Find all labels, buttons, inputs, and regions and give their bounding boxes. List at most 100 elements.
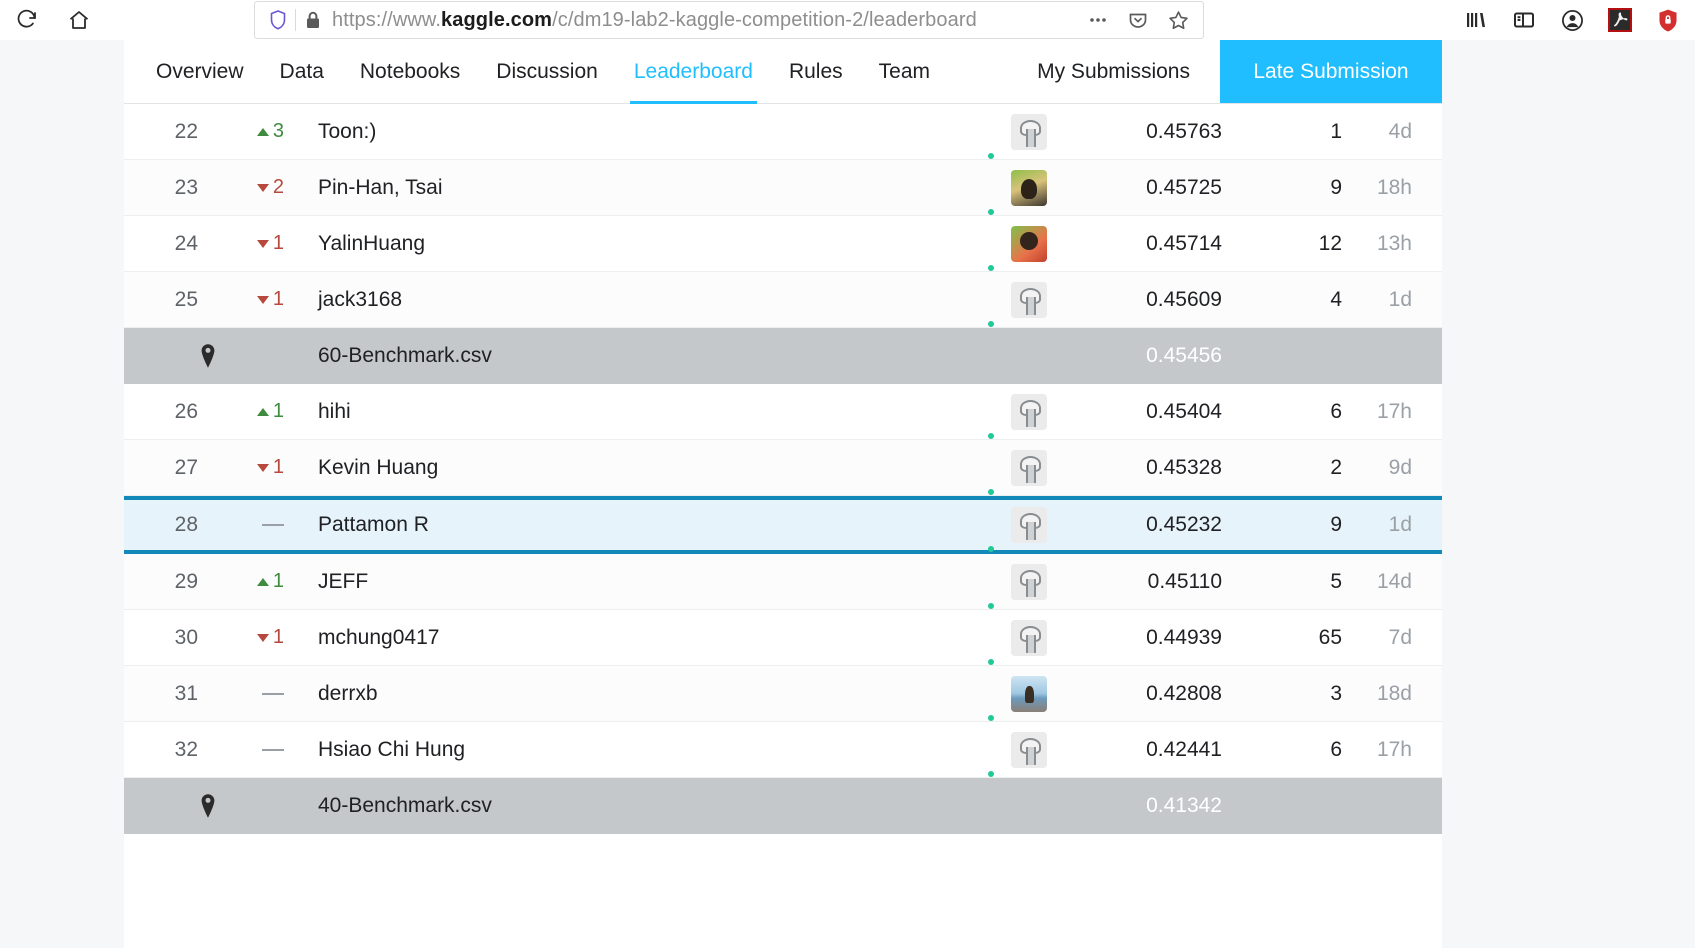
tab-rules[interactable]: Rules [771,40,861,103]
shield-extension-icon[interactable] [1655,7,1681,33]
leaderboard-row[interactable]: 32 Hsiao Chi Hung 0.42441 6 17h [124,722,1442,778]
account-icon[interactable] [1559,7,1585,33]
avatar[interactable] [986,113,1072,159]
reload-icon[interactable] [14,7,40,33]
avatar-image [1011,281,1047,318]
shield-icon[interactable] [267,9,289,31]
avatar-image [1011,169,1047,206]
team-name[interactable]: derrxb [292,682,986,706]
team-name[interactable]: Pattamon R [292,513,986,537]
avatar[interactable] [986,675,1072,721]
leaderboard-row[interactable]: 23 2 Pin-Han, Tsai 0.45725 9 18h [124,160,1442,216]
last-submission-time: 17h [1376,399,1412,423]
rank-number: 32 [174,737,198,761]
url-text[interactable]: https://www.kaggle.com/c/dm19-lab2-kaggl… [332,9,1085,32]
team-name[interactable]: Kevin Huang [292,456,986,480]
rank-down-icon [256,633,269,642]
rank-number: 23 [174,175,198,199]
online-status-dot [988,488,994,495]
online-status-dot [988,658,994,665]
team-name[interactable]: Toon:) [292,120,986,144]
last-submission-time: 13h [1376,231,1412,255]
avatar-image [1011,393,1047,430]
leaderboard-row[interactable]: 25 1 jack3168 0.45609 4 1d [124,272,1442,328]
avatar[interactable] [986,393,1072,439]
avatar-image [1011,113,1047,150]
ellipsis-icon[interactable] [1085,7,1111,33]
rank-number: 30 [174,625,198,649]
score-value: 0.45763 [1146,119,1222,143]
tab-data[interactable]: Data [262,40,342,103]
leaderboard-row[interactable]: 24 1 YalinHuang 0.45714 12 13h [124,216,1442,272]
rank-change: 2 [216,176,292,199]
team-name[interactable]: jack3168 [292,288,986,312]
leaderboard-row[interactable]: 26 1 hihi 0.45404 6 17h [124,384,1442,440]
team-name[interactable]: JEFF [292,570,986,594]
score-value: 0.45714 [1146,231,1222,255]
lock-icon[interactable] [304,9,322,31]
avatar[interactable] [986,449,1072,495]
team-name[interactable]: YalinHuang [292,232,986,256]
browser-toolbar: https://www.kaggle.com/c/dm19-lab2-kaggl… [0,0,1695,40]
avatar-image [1011,225,1047,262]
star-icon[interactable] [1165,7,1191,33]
tab-team[interactable]: Team [861,40,948,103]
map-pin-icon [124,793,292,819]
url-bar[interactable]: https://www.kaggle.com/c/dm19-lab2-kaggl… [254,1,1204,39]
team-name[interactable]: Hsiao Chi Hung [292,738,986,762]
entries-count: 9 [1330,513,1342,536]
leaderboard-benchmark-row: 40-Benchmark.csv 0.41342 [124,778,1442,834]
late-submission-button[interactable]: Late Submission [1220,40,1442,103]
leaderboard-table: 22 3 Toon:) 0.45763 1 4d 23 2 Pin-Han, Tsai 0.457… [124,104,1442,834]
last-submission-time: 14d [1376,569,1412,593]
last-submission-time: 4d [1388,119,1412,143]
rank-down-icon [256,295,269,304]
rank-number: 29 [174,569,198,593]
avatar[interactable] [986,507,1072,552]
library-icon[interactable] [1463,7,1489,33]
rank-number: 26 [174,399,198,423]
leaderboard-row[interactable]: 29 1 JEFF 0.45110 5 14d [124,554,1442,610]
tab-leaderboard[interactable]: Leaderboard [616,40,771,104]
adobe-acrobat-icon[interactable] [1607,7,1633,33]
browser-nav-buttons [14,7,92,33]
avatar[interactable] [986,563,1072,609]
score-value: 0.45328 [1146,455,1222,479]
rank-down-icon [256,239,269,248]
my-submissions-link[interactable]: My Submissions [1007,40,1220,103]
online-status-dot [988,320,994,327]
benchmark-score: 0.45456 [1146,344,1222,367]
rank-number: 24 [174,231,198,255]
home-icon[interactable] [66,7,92,33]
avatar[interactable] [986,731,1072,777]
leaderboard-row[interactable]: 22 3 Toon:) 0.45763 1 4d [124,104,1442,160]
rank-up-icon [256,127,269,136]
team-name[interactable]: hihi [292,400,986,424]
team-name[interactable]: mchung0417 [292,626,986,650]
avatar[interactable] [986,281,1072,327]
avatar-image [1011,675,1047,712]
avatar-image [1011,731,1047,768]
last-submission-time: 18h [1376,175,1412,199]
rank-change [216,692,292,695]
team-name[interactable]: Pin-Han, Tsai [292,176,986,200]
leaderboard-row-current-user[interactable]: 28 Pattamon R 0.45232 9 1d [124,496,1442,554]
avatar-image [1011,449,1047,486]
avatar[interactable] [986,619,1072,665]
entries-count: 5 [1330,569,1342,593]
browser-extension-toolbar [1463,0,1681,40]
avatar[interactable] [986,225,1072,271]
avatar[interactable] [986,169,1072,215]
leaderboard-row[interactable]: 27 1 Kevin Huang 0.45328 2 9d [124,440,1442,496]
leaderboard-row[interactable]: 30 1 mchung0417 0.44939 65 7d [124,610,1442,666]
online-status-dot [988,264,994,271]
rank-change: 1 [216,400,292,423]
pocket-icon[interactable] [1125,7,1151,33]
tab-discussion[interactable]: Discussion [478,40,616,103]
rank-delta-value: 2 [272,176,284,198]
leaderboard-row[interactable]: 31 derrxb 0.42808 3 18d [124,666,1442,722]
tab-overview[interactable]: Overview [138,40,262,103]
tab-notebooks[interactable]: Notebooks [342,40,478,103]
rank-delta-value: 1 [272,232,284,254]
sidebar-icon[interactable] [1511,7,1537,33]
